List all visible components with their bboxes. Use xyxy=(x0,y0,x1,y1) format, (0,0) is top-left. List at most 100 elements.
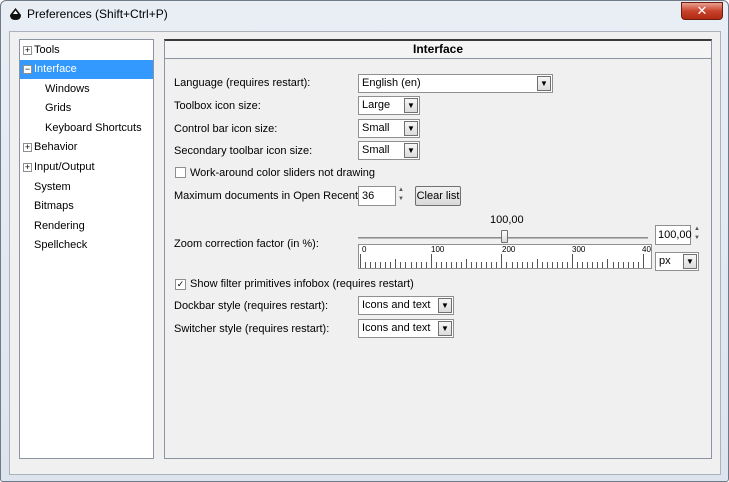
window-title: Preferences (Shift+Ctrl+P) xyxy=(27,7,168,21)
ruler-tick xyxy=(607,259,609,268)
ruler-label: 0 xyxy=(362,245,367,254)
tree-item-input-output[interactable]: + Input/Output xyxy=(20,158,153,177)
tree-item-label: Keyboard Shortcuts xyxy=(45,122,142,134)
ruler-tick xyxy=(496,262,498,268)
dockbar-style-select[interactable]: Icons and text ▼ xyxy=(358,296,454,315)
ruler-tick xyxy=(466,259,468,268)
ruler-tick xyxy=(592,262,594,268)
control-bar-icon-size-select[interactable]: Small ▼ xyxy=(358,119,420,138)
tree-item-windows[interactable]: Windows xyxy=(20,80,153,99)
title-bar[interactable]: Preferences (Shift+Ctrl+P) ✕ xyxy=(1,1,728,29)
tree-item-rendering[interactable]: Rendering xyxy=(20,217,153,236)
ruler-tick xyxy=(597,262,599,268)
dockbar-style-label: Dockbar style (requires restart): xyxy=(174,300,329,312)
ruler-tick xyxy=(556,262,558,268)
ruler-tick xyxy=(481,262,483,268)
secondary-toolbar-icon-size-value: Small xyxy=(362,144,390,156)
toolbox-icon-size-select[interactable]: Large ▼ xyxy=(358,96,420,115)
tree-item-grids[interactable]: Grids xyxy=(20,99,153,118)
chevron-down-icon: ▼ xyxy=(404,98,418,113)
tree-item-label: Spellcheck xyxy=(34,239,88,251)
ruler-tick xyxy=(486,262,488,268)
tree-item-label: Behavior xyxy=(34,141,78,153)
secondary-toolbar-icon-size-select[interactable]: Small ▼ xyxy=(358,141,420,160)
dockbar-style-value: Icons and text xyxy=(362,299,431,311)
max-documents-spin-arrows[interactable]: ▲ ▼ xyxy=(397,186,405,206)
ruler-tick xyxy=(385,262,387,268)
tree-item-label: Bitmaps xyxy=(34,200,74,212)
ruler-tick xyxy=(400,262,402,268)
chevron-down-icon: ▼ xyxy=(537,76,551,91)
dialog-client-area: + Tools − Interface Windows Grids Keyboa… xyxy=(9,31,721,475)
zoom-correction-label: Zoom correction factor (in %): xyxy=(174,238,319,250)
zoom-correction-input[interactable]: 100,00 xyxy=(655,225,692,245)
language-select[interactable]: English (en) ▼ xyxy=(358,74,553,93)
clear-list-button[interactable]: Clear list xyxy=(415,186,461,206)
switcher-style-select[interactable]: Icons and text ▼ xyxy=(358,319,454,338)
control-bar-icon-size-value: Small xyxy=(362,122,390,134)
ruler-tick xyxy=(390,262,392,268)
close-button[interactable]: ✕ xyxy=(681,2,723,20)
ruler-tick xyxy=(516,262,518,268)
ruler-tick xyxy=(572,254,574,268)
spin-up-icon[interactable]: ▲ xyxy=(693,225,701,234)
tree-item-label: Input/Output xyxy=(34,161,95,173)
ruler-tick xyxy=(476,262,478,268)
spin-up-icon[interactable]: ▲ xyxy=(397,186,405,195)
chevron-down-icon: ▼ xyxy=(438,298,452,313)
ruler-tick xyxy=(617,262,619,268)
chevron-down-icon: ▼ xyxy=(438,321,452,336)
checkmark-icon: ✓ xyxy=(176,279,185,289)
ruler-tick xyxy=(440,262,442,268)
switcher-style-value: Icons and text xyxy=(362,322,431,334)
preferences-tree: + Tools − Interface Windows Grids Keyboa… xyxy=(19,39,154,459)
ruler-tick xyxy=(435,262,437,268)
zoom-spin-arrows[interactable]: ▲ ▼ xyxy=(693,225,701,245)
filter-primitives-checkbox[interactable]: ✓ xyxy=(175,279,186,290)
ruler-tick xyxy=(602,262,604,268)
tree-item-label: Tools xyxy=(34,44,60,56)
ruler-tick xyxy=(450,262,452,268)
tree-item-label: System xyxy=(34,181,71,193)
panel-title: Interface xyxy=(165,41,711,59)
ruler-tick xyxy=(521,262,523,268)
tree-item-label: Rendering xyxy=(34,220,85,232)
preferences-window: Preferences (Shift+Ctrl+P) ✕ + Tools − I… xyxy=(0,0,729,482)
expand-icon[interactable]: + xyxy=(23,46,32,55)
ruler-tick xyxy=(430,254,432,268)
zoom-ruler[interactable]: 0 100 200 300 40 xyxy=(358,244,652,269)
tree-item-spellcheck[interactable]: Spellcheck xyxy=(20,236,153,255)
ruler-tick xyxy=(526,262,528,268)
ruler-tick xyxy=(375,262,377,268)
tree-item-keyboard-shortcuts[interactable]: Keyboard Shortcuts xyxy=(20,119,153,138)
tree-item-tools[interactable]: + Tools xyxy=(20,41,153,60)
expand-icon[interactable]: + xyxy=(23,143,32,152)
ruler-tick xyxy=(370,262,372,268)
tree-item-interface[interactable]: − Interface xyxy=(20,60,153,79)
tree-item-behavior[interactable]: + Behavior xyxy=(20,138,153,157)
collapse-icon[interactable]: − xyxy=(23,65,32,74)
tree-item-system[interactable]: System xyxy=(20,178,153,197)
zoom-slider-thumb[interactable] xyxy=(501,230,508,243)
ruler-tick xyxy=(455,262,457,268)
ruler-tick xyxy=(551,262,553,268)
ruler-tick xyxy=(622,262,624,268)
ruler-tick xyxy=(567,262,569,268)
ruler-tick xyxy=(531,262,533,268)
tree-item-bitmaps[interactable]: Bitmaps xyxy=(20,197,153,216)
ruler-tick xyxy=(536,259,538,268)
ruler-tick xyxy=(360,254,361,268)
expand-icon[interactable]: + xyxy=(23,163,32,172)
workaround-color-checkbox[interactable] xyxy=(175,167,186,178)
tree-item-label: Interface xyxy=(34,63,77,75)
ruler-tick xyxy=(632,262,634,268)
toolbox-icon-size-label: Toolbox icon size: xyxy=(174,100,261,112)
language-value: English (en) xyxy=(362,77,421,89)
spin-down-icon[interactable]: ▼ xyxy=(397,195,405,204)
zoom-unit-select[interactable]: px ▼ xyxy=(655,252,699,271)
spin-down-icon[interactable]: ▼ xyxy=(693,234,701,243)
chevron-down-icon: ▼ xyxy=(404,143,418,158)
ruler-tick xyxy=(395,259,397,268)
ruler-tick xyxy=(637,262,639,268)
max-documents-input[interactable]: 36 xyxy=(358,186,396,206)
